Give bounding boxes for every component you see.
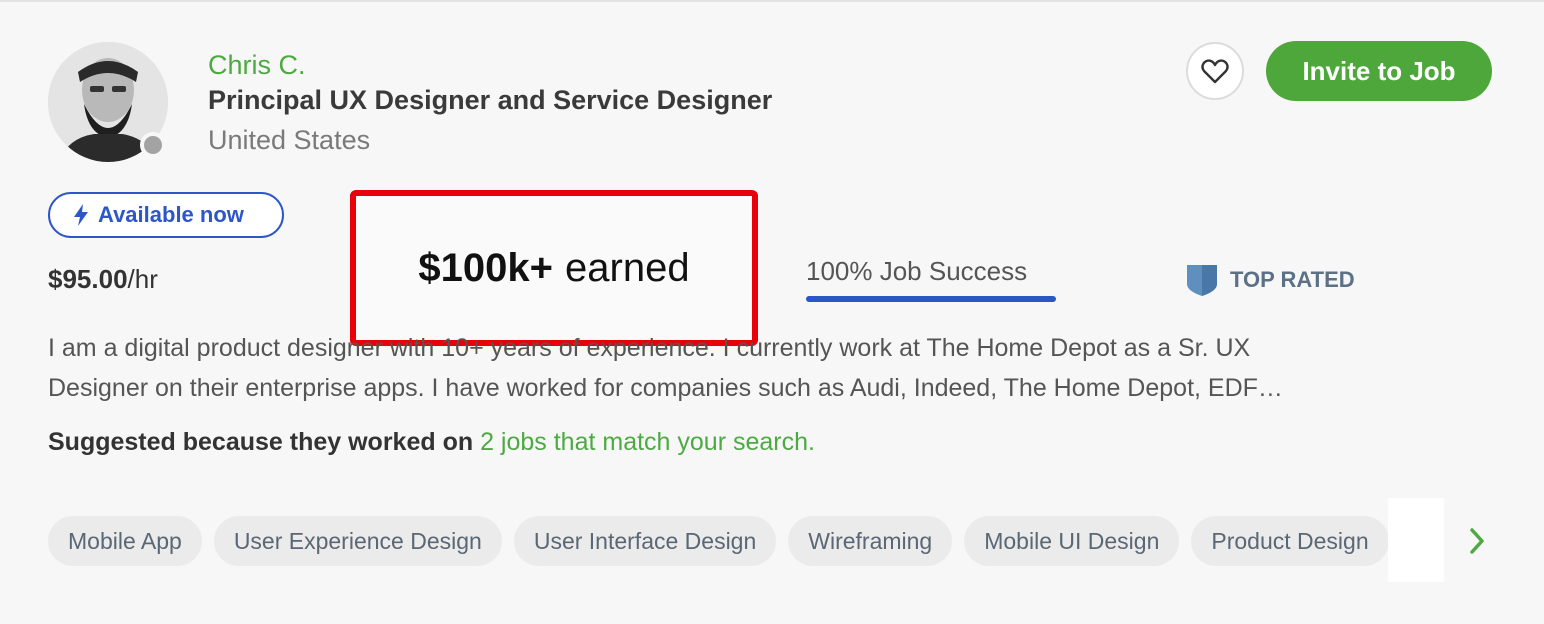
suggestion-prefix: Suggested because they worked on <box>48 428 481 456</box>
matching-jobs-link[interactable]: 2 jobs that match your search. <box>480 428 815 456</box>
skill-chip[interactable]: Wireframing <box>788 516 953 566</box>
freelancer-title: Principal UX Designer and Service Design… <box>208 85 773 115</box>
skill-chip[interactable]: Product Design <box>1191 516 1389 566</box>
lightning-icon <box>74 204 88 226</box>
top-rated-label: TOP RATED <box>1230 267 1355 292</box>
freelancer-name[interactable]: Chris C. <box>208 50 306 81</box>
freelancer-location: United States <box>208 125 371 155</box>
save-favorite-button[interactable] <box>1186 42 1244 100</box>
profile-description[interactable]: I am a digital product designer with 10+… <box>48 328 1468 408</box>
suggestion-text: Suggested because they worked on 2 jobs … <box>48 428 815 457</box>
rate-amount: $95.00 <box>48 264 128 294</box>
description-line-1: I am a digital product designer with 10+… <box>48 334 1251 362</box>
earnings-label: earned <box>565 245 690 290</box>
skill-chip[interactable]: Mobile UI Design <box>964 516 1180 566</box>
invite-to-job-button[interactable]: Invite to Job <box>1266 41 1492 101</box>
rate-unit: /hr <box>127 264 158 294</box>
available-now-badge[interactable]: Available now <box>48 192 284 238</box>
heart-icon <box>1201 59 1229 84</box>
description-line-2: Designer on their enterprise apps. I hav… <box>48 374 1283 402</box>
skills-next-button[interactable] <box>1462 524 1492 558</box>
top-rated-badge: TOP RATED <box>1184 262 1355 298</box>
presence-indicator <box>140 132 166 158</box>
job-success-bar <box>806 296 1056 302</box>
hourly-rate: $95.00/hr <box>48 264 158 295</box>
skill-chip[interactable]: User Experience Design <box>213 516 502 566</box>
chips-fade-overlay <box>1388 498 1444 582</box>
job-success-label: 100% Job Success <box>806 256 1028 286</box>
earnings-amount: $100k+ <box>418 245 554 290</box>
skill-chip[interactable]: User Interface Design <box>513 516 777 566</box>
chevron-right-icon <box>1470 528 1484 554</box>
freelancer-card[interactable]: Chris C. Principal UX Designer and Servi… <box>0 0 1544 624</box>
skills-list: Mobile App User Experience Design User I… <box>48 516 1440 566</box>
shield-badge-icon <box>1187 265 1217 296</box>
available-now-label: Available now <box>98 202 244 227</box>
skill-chip[interactable]: Mobile App <box>48 516 202 566</box>
earnings-highlight: $100k+ earned <box>350 190 758 346</box>
